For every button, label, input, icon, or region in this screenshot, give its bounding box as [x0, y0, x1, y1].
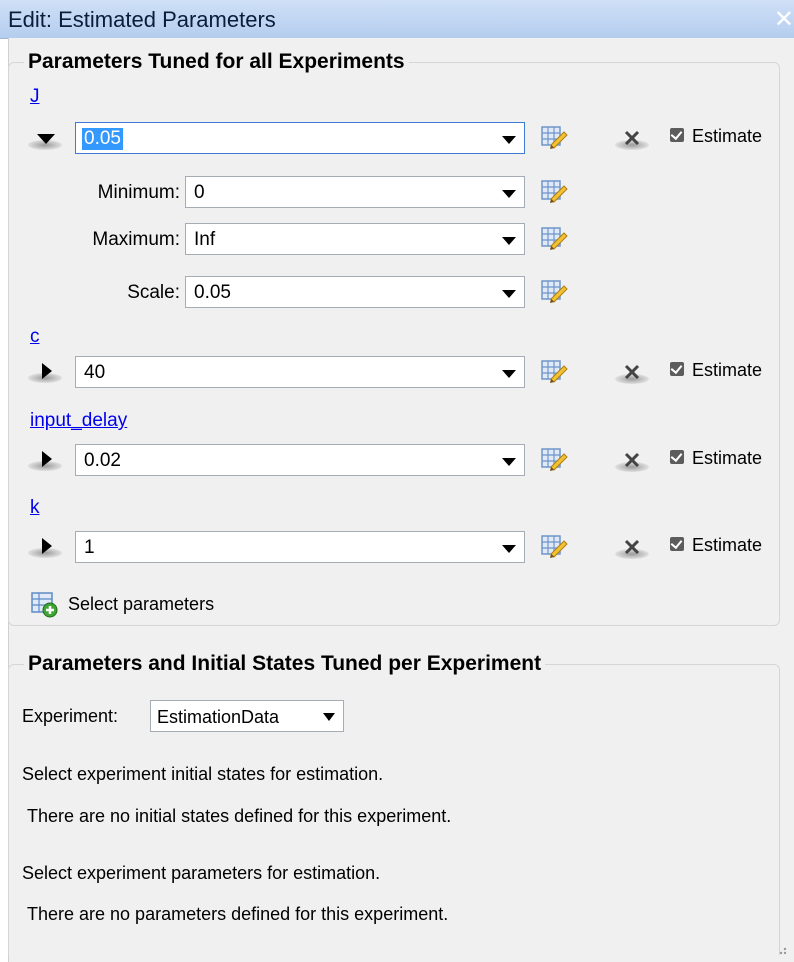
experiment-label: Experiment: — [22, 706, 119, 726]
dropdown-arrow-icon[interactable] — [502, 237, 516, 245]
dropdown-arrow-icon[interactable] — [502, 290, 516, 298]
param-value-combo-k[interactable]: 1 — [75, 531, 525, 563]
param-value-combo-c[interactable]: 40 — [75, 356, 525, 388]
title-bar: Edit: Estimated Parameters ✕ — [0, 0, 794, 39]
select-parameters-button[interactable]: Select parameters — [30, 590, 290, 620]
section2-heading: Parameters and Initial States Tuned per … — [24, 652, 546, 676]
resize-grip-icon[interactable] — [774, 942, 788, 956]
states-prompt: Select experiment initial states for est… — [22, 764, 384, 784]
dropdown-arrow-icon[interactable] — [502, 136, 516, 144]
params-message: There are no parameters defined for this… — [27, 904, 449, 924]
param-link-c[interactable]: c — [30, 326, 40, 348]
table-edit-icon[interactable] — [540, 278, 570, 306]
table-edit-icon[interactable] — [540, 178, 570, 206]
checkbox-checked-icon[interactable] — [670, 362, 684, 376]
close-icon[interactable]: ✕ — [774, 5, 794, 34]
delete-x-icon[interactable] — [615, 448, 651, 474]
minimum-combo[interactable]: 0 — [185, 176, 525, 208]
param-value-combo-J[interactable]: 0.05 — [75, 122, 525, 154]
states-message: There are no initial states defined for … — [27, 806, 452, 826]
param-link-J[interactable]: J — [30, 86, 40, 108]
table-edit-icon[interactable] — [540, 225, 570, 253]
param-link-k[interactable]: k — [30, 497, 40, 519]
delete-x-icon[interactable] — [615, 126, 651, 152]
add-table-icon — [31, 592, 58, 618]
minimum-label: Minimum: — [97, 182, 180, 203]
dropdown-arrow-icon[interactable] — [502, 458, 516, 466]
delete-x-icon[interactable] — [615, 535, 651, 561]
dropdown-arrow-icon[interactable] — [323, 713, 335, 721]
delete-x-icon[interactable] — [615, 360, 651, 386]
experiment-select[interactable]: EstimationData — [150, 700, 344, 732]
maximum-combo[interactable]: Inf — [185, 223, 525, 255]
expand-arrow-icon[interactable] — [28, 359, 64, 385]
param-value-combo-input-delay[interactable]: 0.02 — [75, 444, 525, 476]
param-value-J: 0.05 — [82, 128, 123, 150]
expand-arrow-icon[interactable] — [28, 447, 64, 473]
section1-heading: Parameters Tuned for all Experiments — [24, 50, 409, 74]
params-prompt: Select experiment parameters for estimat… — [22, 863, 381, 883]
param-link-input-delay[interactable]: input_delay — [30, 410, 127, 432]
select-parameters-label: Select parameters — [68, 594, 215, 614]
checkbox-checked-icon[interactable] — [670, 128, 684, 142]
checkbox-checked-icon[interactable] — [670, 537, 684, 551]
dropdown-arrow-icon[interactable] — [502, 545, 516, 553]
dropdown-arrow-icon[interactable] — [502, 370, 516, 378]
table-edit-icon[interactable] — [540, 124, 570, 152]
window-title: Edit: Estimated Parameters — [8, 7, 276, 32]
table-edit-icon[interactable] — [540, 446, 570, 474]
expand-arrow-icon[interactable] — [28, 126, 64, 152]
expand-arrow-icon[interactable] — [28, 534, 64, 560]
dropdown-arrow-icon[interactable] — [502, 190, 516, 198]
maximum-label: Maximum: — [92, 229, 180, 250]
scale-combo[interactable]: 0.05 — [185, 276, 525, 308]
table-edit-icon[interactable] — [540, 358, 570, 386]
table-edit-icon[interactable] — [540, 533, 570, 561]
scale-label: Scale: — [127, 282, 180, 303]
checkbox-checked-icon[interactable] — [670, 450, 684, 464]
